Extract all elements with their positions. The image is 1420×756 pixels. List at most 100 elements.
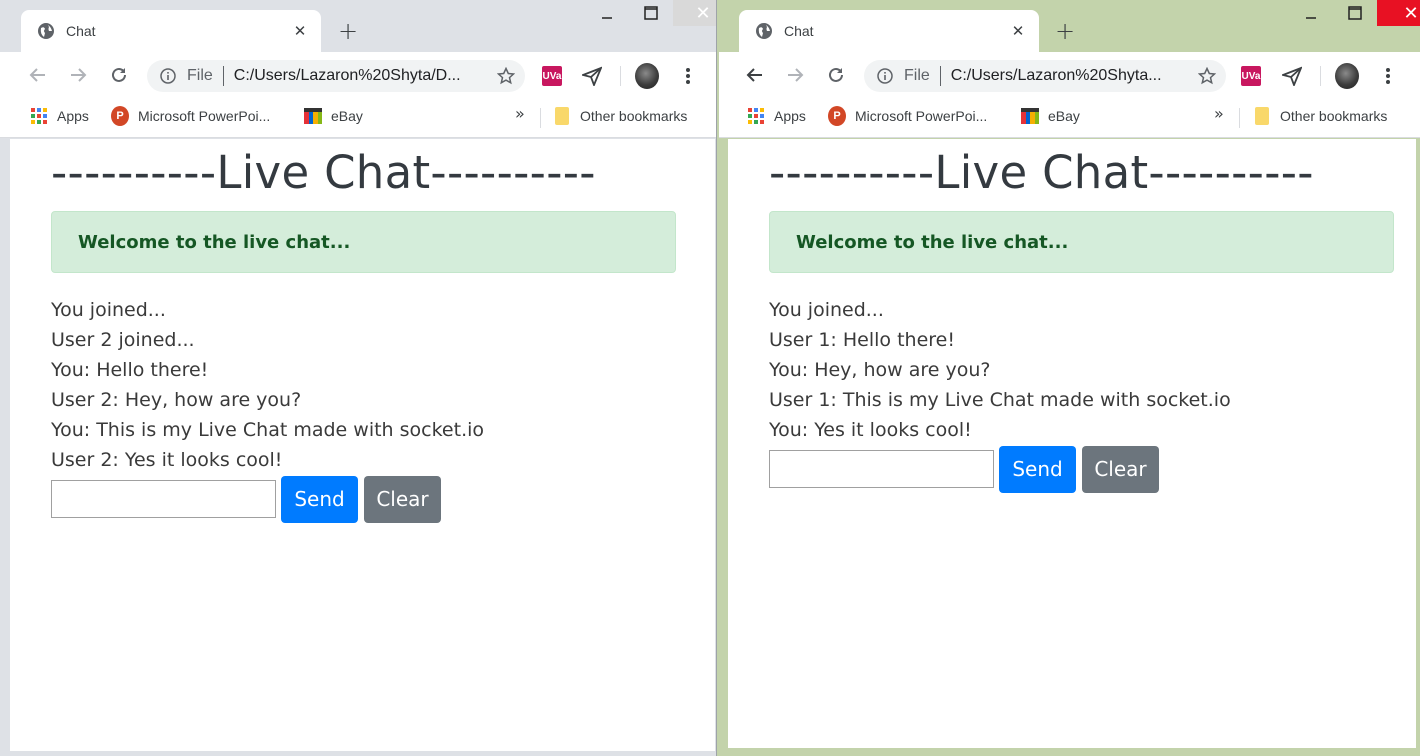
address-bar[interactable]: File C:/Users/Lazaron%20Shyta... [864, 60, 1226, 92]
bookmarks-overflow-chevron[interactable]: » [1214, 104, 1224, 123]
message-list: You joined... User 2 joined... You: Hell… [51, 295, 676, 475]
url-scheme: File [187, 67, 213, 84]
list-item: You: This is my Live Chat made with sock… [51, 419, 485, 441]
arrow-left-icon[interactable] [26, 63, 50, 87]
url-text[interactable]: C:/Users/Lazaron%20Shyta/D... [234, 67, 491, 85]
globe-icon [37, 22, 55, 40]
alert-text: Welcome to the live chat... [78, 231, 351, 253]
bookmarks-overflow-chevron[interactable]: » [515, 104, 525, 123]
bookmark-ebay[interactable]: eBay [304, 106, 363, 126]
bookmark-ebay[interactable]: eBay [1021, 106, 1080, 126]
bookmark-apps[interactable]: Apps [30, 106, 89, 126]
avatar[interactable] [1335, 63, 1359, 89]
folder-icon [1253, 107, 1271, 125]
welcome-alert: Welcome to the live chat... [51, 211, 676, 273]
window-controls: ✕ [585, 0, 716, 28]
bookmark-label: Other bookmarks [580, 108, 688, 124]
kebab-menu-icon[interactable] [1376, 64, 1400, 88]
info-icon[interactable] [876, 67, 894, 85]
url-scheme: File [904, 67, 930, 84]
list-item: You joined... [769, 299, 884, 321]
browser-window-right: Chat ✕ + ✕ File C:/Users/Lazaron%20Shyta… [719, 0, 1420, 756]
bookmarks-bar: Apps P Microsoft PowerPoi... eBay » Othe… [719, 98, 1420, 138]
kebab-menu-icon[interactable] [676, 64, 700, 88]
bookmarks-bar: Apps P Microsoft PowerPoi... eBay » Othe… [0, 98, 716, 138]
bookmark-other[interactable]: Other bookmarks [1253, 106, 1387, 126]
bookmark-apps[interactable]: Apps [747, 106, 806, 126]
clear-button[interactable]: Clear [364, 475, 441, 523]
info-icon[interactable] [159, 67, 177, 85]
window-close-icon[interactable]: ✕ [673, 0, 716, 26]
paper-plane-icon[interactable] [1280, 64, 1304, 88]
address-bar[interactable]: File C:/Users/Lazaron%20Shyta/D... [147, 60, 525, 92]
apps-grid-icon [30, 107, 48, 125]
send-button[interactable]: Send [999, 445, 1076, 493]
list-item: You joined... [51, 299, 166, 321]
bookmarks-divider [540, 108, 541, 128]
alert-text: Welcome to the live chat... [796, 231, 1069, 253]
arrow-left-icon[interactable] [743, 63, 767, 87]
bookmark-powerpoint[interactable]: P Microsoft PowerPoi... [111, 106, 270, 126]
reload-icon[interactable] [107, 63, 131, 87]
bookmark-powerpoint[interactable]: P Microsoft PowerPoi... [828, 106, 987, 126]
arrow-right-icon[interactable] [66, 63, 90, 87]
message-input[interactable] [769, 450, 994, 488]
message-list: You joined... User 1: Hello there! You: … [769, 295, 1394, 445]
minimize-icon[interactable] [1289, 0, 1333, 26]
message-input[interactable] [51, 480, 276, 518]
clear-button[interactable]: Clear [1082, 445, 1159, 493]
bookmark-label: Other bookmarks [1280, 108, 1388, 124]
tab-chat[interactable]: Chat ✕ [739, 10, 1039, 52]
send-button[interactable]: Send [281, 475, 358, 523]
page-title: ----------Live Chat---------- [51, 146, 596, 199]
tab-chat[interactable]: Chat ✕ [21, 10, 321, 52]
list-item: You: Hello there! [51, 359, 209, 381]
plus-icon[interactable]: + [1052, 17, 1078, 45]
plus-icon[interactable]: + [335, 17, 361, 45]
paper-plane-icon[interactable] [580, 64, 604, 88]
message-form: Send Clear [769, 445, 1394, 493]
title-bar: Chat ✕ + ✕ [0, 0, 716, 52]
globe-icon [755, 22, 773, 40]
chat-page: ----------Live Chat---------- Welcome to… [769, 139, 1394, 493]
welcome-alert: Welcome to the live chat... [769, 211, 1394, 273]
list-item: User 2: Yes it looks cool! [51, 449, 283, 471]
star-icon[interactable] [1192, 61, 1222, 91]
bookmark-label: Microsoft PowerPoi... [855, 108, 988, 124]
star-icon[interactable] [491, 61, 521, 91]
page-viewport: ----------Live Chat---------- Welcome to… [10, 139, 715, 751]
list-item: User 1: Hello there! [769, 329, 955, 351]
apps-grid-icon [747, 107, 765, 125]
minimize-icon[interactable] [585, 0, 629, 26]
url-divider [939, 66, 941, 86]
list-item: You: Hey, how are you? [769, 359, 991, 381]
message-form: Send Clear [51, 475, 676, 523]
bookmarks-divider [1239, 108, 1240, 128]
bookmark-label: eBay [331, 108, 363, 124]
powerpoint-icon: P [111, 106, 129, 126]
toolbar-divider [620, 66, 621, 86]
tab-title: Chat [784, 23, 814, 39]
reload-icon[interactable] [824, 63, 848, 87]
bookmark-label: Apps [774, 108, 806, 124]
browser-window-left: Chat ✕ + ✕ File C:/Users/Lazaron%20Shyta… [0, 0, 717, 756]
url-text[interactable]: C:/Users/Lazaron%20Shyta... [951, 67, 1192, 85]
window-controls: ✕ [1289, 0, 1420, 28]
maximize-icon[interactable] [1333, 0, 1377, 26]
window-close-icon[interactable]: ✕ [1377, 0, 1420, 26]
title-bar: Chat ✕ + ✕ [719, 0, 1420, 52]
chat-page: ----------Live Chat---------- Welcome to… [51, 139, 676, 523]
uva-extension-icon[interactable]: UVa [1239, 64, 1263, 88]
close-icon[interactable]: ✕ [289, 20, 311, 42]
browser-toolbar: File C:/Users/Lazaron%20Shyta/D... UVa [0, 52, 716, 98]
maximize-icon[interactable] [629, 0, 673, 26]
arrow-right-icon[interactable] [783, 63, 807, 87]
uva-extension-icon[interactable]: UVa [540, 64, 564, 88]
avatar[interactable] [635, 63, 659, 89]
list-item: You: Yes it looks cool! [769, 419, 972, 441]
page-title: ----------Live Chat---------- [769, 146, 1314, 199]
ebay-bag-icon [304, 107, 322, 125]
bookmark-other[interactable]: Other bookmarks [553, 106, 687, 126]
url-divider [222, 66, 224, 86]
close-icon[interactable]: ✕ [1007, 20, 1029, 42]
